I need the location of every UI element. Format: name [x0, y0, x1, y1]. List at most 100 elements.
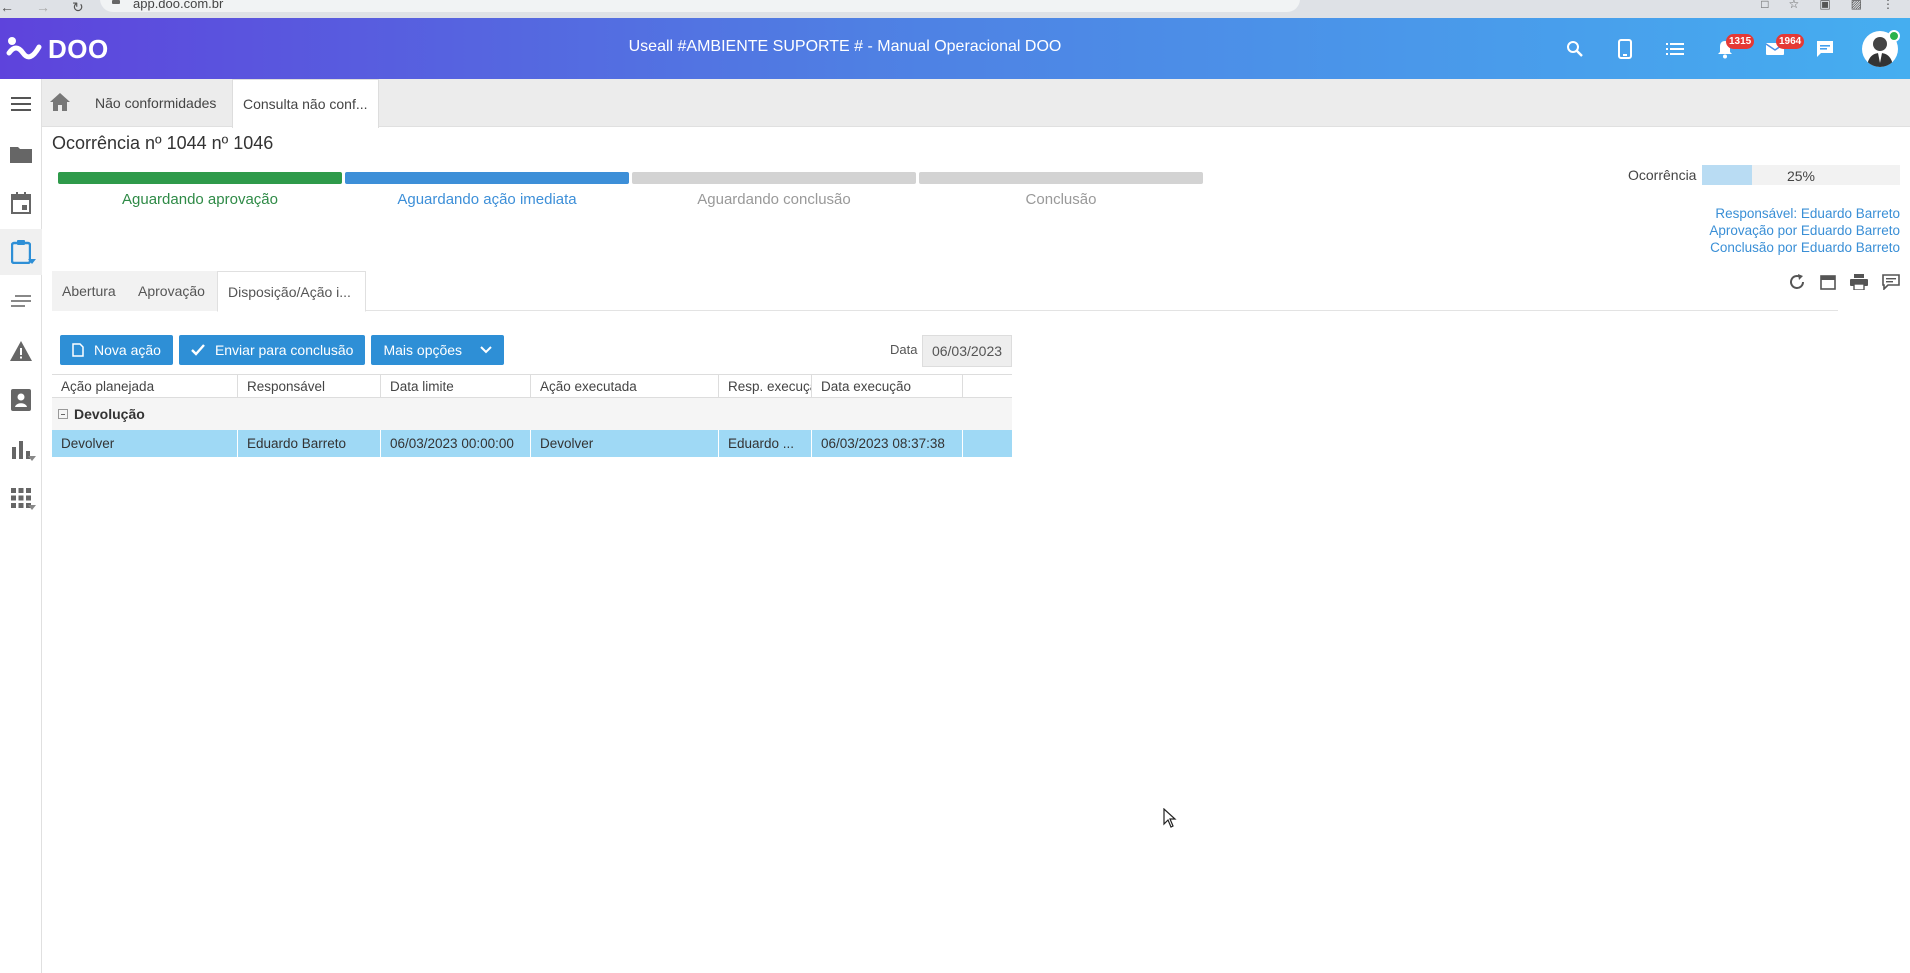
column-header[interactable]: Responsável	[238, 375, 381, 397]
comments-button[interactable]	[1882, 274, 1900, 290]
step-bar	[632, 172, 916, 184]
tab-disposicao[interactable]: Disposição/Ação i...	[217, 271, 366, 312]
home-button[interactable]	[50, 93, 70, 111]
refresh-button[interactable]	[1788, 273, 1806, 291]
step-label: Aguardando aprovação	[122, 191, 278, 208]
chat-icon	[1817, 40, 1833, 57]
star-icon[interactable]: ☆	[1789, 0, 1800, 11]
collapse-icon[interactable]	[58, 409, 68, 419]
step-label: Aguardando ação imediata	[397, 191, 577, 208]
actions-grid: Ação planejada Responsável Data limite A…	[52, 374, 1012, 457]
chevron-down-icon	[480, 346, 492, 354]
url-text: app.doo.com.br	[133, 0, 224, 11]
table-cell: Eduardo ...	[719, 430, 812, 457]
date-label: Data	[890, 342, 918, 357]
column-header[interactable]: Ação planejada	[52, 375, 238, 397]
new-action-label: Nova ação	[94, 342, 161, 358]
chevron-down-icon	[28, 259, 36, 264]
reload-icon[interactable]: ↻	[72, 0, 84, 16]
table-cell: 06/03/2023 00:00:00	[381, 430, 531, 457]
back-icon[interactable]: ←	[0, 0, 14, 15]
text-lines-icon	[11, 295, 31, 307]
forward-icon[interactable]: →	[36, 0, 50, 15]
mobile-icon	[1618, 38, 1632, 59]
more-options-button[interactable]: Mais opções	[371, 335, 505, 365]
app-title: Useall #AMBIENTE SUPORTE # - Manual Oper…	[628, 38, 1062, 55]
warning-icon	[10, 341, 32, 361]
tab-abertura[interactable]: Abertura	[52, 271, 128, 311]
table-row[interactable]: Devolver Eduardo Barreto 06/03/2023 00:0…	[52, 430, 1012, 457]
menu-toggle[interactable]	[0, 81, 42, 127]
action-toolbar: Nova ação Enviar para conclusão Mais opç…	[60, 335, 505, 365]
page-title: Ocorrência nº 1044 nº 1046	[52, 133, 274, 153]
user-menu[interactable]	[1850, 18, 1910, 79]
extension-icon[interactable]: ▨	[1851, 0, 1862, 11]
progress-value: 25%	[1786, 168, 1816, 184]
table-cell: Devolver	[52, 430, 238, 457]
presence-indicator	[1888, 30, 1900, 42]
conclusao-link[interactable]: Conclusão por Eduardo Barreto	[1709, 239, 1900, 256]
column-header[interactable]: Data execução	[812, 375, 963, 397]
left-sidebar	[0, 79, 42, 973]
calendar-icon	[11, 192, 31, 214]
chat-button[interactable]	[1800, 18, 1850, 79]
search-button[interactable]	[1550, 18, 1600, 79]
kebab-icon[interactable]: ⋮	[1882, 0, 1894, 11]
step-aguardando-acao: Aguardando ação imediata	[345, 172, 629, 208]
sidebar-item-alerts[interactable]	[0, 328, 42, 374]
step-aguardando-conclusao: Aguardando conclusão	[632, 172, 916, 208]
step-label: Conclusão	[1025, 191, 1097, 208]
folder-icon	[10, 147, 32, 163]
step-label: Aguardando conclusão	[697, 191, 851, 208]
notifications-button[interactable]: 1315	[1700, 18, 1755, 79]
step-bar	[345, 172, 629, 184]
column-header[interactable]: Resp. execução	[719, 375, 812, 397]
send-conclusion-label: Enviar para conclusão	[214, 342, 354, 358]
responsavel-link[interactable]: Responsável: Eduardo Barreto	[1709, 205, 1900, 222]
group-name: Devolução	[74, 406, 145, 422]
tab-nao-conformidades[interactable]: Não conformidades	[85, 79, 226, 127]
grid-header: Ação planejada Responsável Data limite A…	[52, 374, 1012, 398]
step-aguardando-aprovacao: Aguardando aprovação	[58, 172, 342, 208]
header-actions: 1315 1964	[1550, 18, 1910, 79]
progress-label: Ocorrência	[1628, 167, 1697, 183]
comment-icon	[1882, 274, 1900, 290]
list-button[interactable]	[1650, 18, 1700, 79]
mobile-button[interactable]	[1600, 18, 1650, 79]
search-icon	[1567, 40, 1583, 57]
aprovacao-link[interactable]: Aprovação por Eduardo Barreto	[1709, 222, 1900, 239]
tab-consulta[interactable]: Consulta não conf...	[232, 79, 379, 128]
sidebar-item-reports[interactable]	[0, 426, 42, 472]
app-header: DOO Useall #AMBIENTE SUPORTE # - Manual …	[0, 18, 1910, 79]
calendar-button[interactable]	[1820, 274, 1836, 290]
document-icon	[72, 343, 84, 357]
sidebar-item-folders[interactable]	[0, 131, 42, 177]
print-button[interactable]	[1850, 274, 1868, 290]
chevron-down-icon	[28, 505, 36, 510]
tab-aprovacao[interactable]: Aprovação	[128, 271, 217, 311]
occurrence-progress: Ocorrência 25%	[1628, 165, 1900, 187]
send-conclusion-button[interactable]: Enviar para conclusão	[178, 335, 366, 365]
sidebar-item-contacts[interactable]	[0, 377, 42, 423]
record-tools	[1788, 271, 1900, 293]
home-icon	[50, 93, 70, 111]
sidebar-item-text[interactable]	[0, 279, 42, 325]
share-icon[interactable]: □	[1761, 0, 1768, 11]
table-cell: 06/03/2023 08:37:38	[812, 430, 963, 457]
column-header[interactable]: Ação executada	[531, 375, 719, 397]
messages-button[interactable]: 1964	[1750, 18, 1805, 79]
window-icon[interactable]: ▣	[1819, 0, 1830, 11]
date-field[interactable]: 06/03/2023	[922, 335, 1012, 367]
sidebar-item-apps[interactable]	[0, 475, 42, 521]
lock-icon	[112, 0, 120, 4]
sidebar-item-quality[interactable]	[0, 229, 42, 275]
inner-tabs: Abertura Aprovação Disposição/Ação i...	[52, 271, 1838, 312]
new-action-button[interactable]: Nova ação	[60, 335, 173, 365]
mouse-cursor-icon	[1163, 808, 1177, 828]
step-conclusao: Conclusão	[919, 172, 1203, 208]
group-row[interactable]: Devolução	[52, 398, 1012, 430]
address-bar[interactable]	[100, 0, 1300, 12]
sidebar-item-calendar[interactable]	[0, 180, 42, 226]
column-header[interactable]: Data limite	[381, 375, 531, 397]
breadcrumb: Não conformidades Consulta não conf...	[42, 79, 1910, 128]
